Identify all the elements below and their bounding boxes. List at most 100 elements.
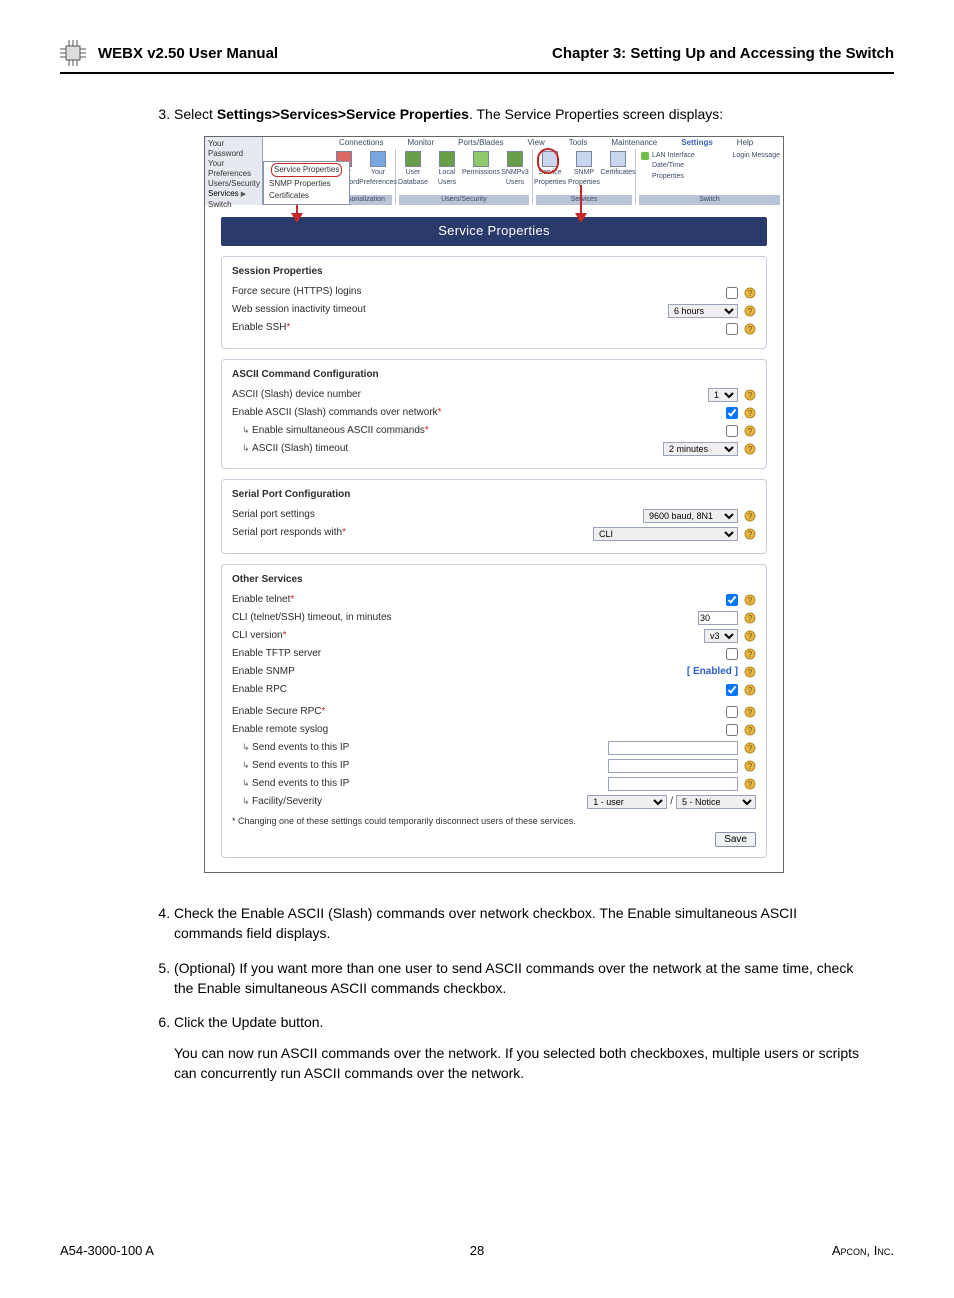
chapter-title: Chapter 3: Setting Up and Accessing the … bbox=[552, 45, 894, 62]
enable-tftp-label: Enable TFTP server bbox=[232, 647, 726, 662]
help-icon[interactable]: ? bbox=[744, 760, 756, 772]
help-icon[interactable]: ? bbox=[744, 706, 756, 718]
menu-help[interactable]: Help bbox=[725, 137, 765, 149]
send-ip-3-label: Send events to this IP bbox=[232, 777, 608, 792]
help-icon[interactable]: ? bbox=[744, 510, 756, 522]
submenu-service-properties[interactable]: Service Properties bbox=[264, 163, 349, 178]
toolbar-local-users[interactable]: Local Users bbox=[433, 151, 461, 195]
help-icon[interactable]: ? bbox=[744, 389, 756, 401]
send-ip-2-input[interactable] bbox=[608, 759, 738, 773]
top-menu: Connections Monitor Ports/Blades View To… bbox=[327, 137, 783, 149]
menu-tools[interactable]: Tools bbox=[557, 137, 600, 149]
help-icon[interactable]: ? bbox=[744, 323, 756, 335]
ascii-enable-network-checkbox[interactable] bbox=[726, 407, 738, 419]
ascii-device-select[interactable]: 1 bbox=[708, 388, 738, 402]
submenu-snmp-properties[interactable]: SNMP Properties bbox=[264, 178, 349, 191]
nav-your-preferences[interactable]: Your Preferences bbox=[207, 159, 260, 179]
enable-ssh-label: Enable SSH* bbox=[232, 321, 726, 336]
svg-text:?: ? bbox=[748, 427, 753, 436]
toolbar-switch: LAN Interface Login Message Date/Time Pr… bbox=[636, 149, 783, 205]
menu-connections[interactable]: Connections bbox=[327, 137, 395, 149]
web-timeout-label: Web session inactivity timeout bbox=[232, 303, 668, 318]
nav-services[interactable]: Services bbox=[207, 189, 260, 200]
snmp-enabled-link[interactable]: [ Enabled ] bbox=[687, 665, 738, 680]
toolbar-your-preferences[interactable]: Your Preferences bbox=[364, 151, 392, 195]
svg-text:?: ? bbox=[748, 512, 753, 521]
submenu-certificates[interactable]: Certificates bbox=[264, 190, 349, 203]
service-properties-screenshot: Your Password Your Preferences Users/Sec… bbox=[204, 136, 784, 873]
help-icon[interactable]: ? bbox=[744, 528, 756, 540]
menu-settings[interactable]: Settings bbox=[669, 137, 725, 149]
toolbar-login-message[interactable]: Login Message bbox=[733, 151, 780, 161]
help-icon[interactable]: ? bbox=[744, 612, 756, 624]
facility-select[interactable]: 1 - user bbox=[587, 795, 667, 809]
step-4: Check the Enable ASCII (Slash) commands … bbox=[174, 903, 864, 944]
menu-maintenance[interactable]: Maintenance bbox=[599, 137, 669, 149]
help-icon[interactable]: ? bbox=[744, 778, 756, 790]
serial-responds-select[interactable]: CLI bbox=[593, 527, 738, 541]
ascii-timeout-select[interactable]: 2 minutes bbox=[663, 442, 738, 456]
enable-ssh-checkbox[interactable] bbox=[726, 323, 738, 335]
toolbar-snmpv3-users[interactable]: SNMPv3 Users bbox=[501, 151, 529, 195]
toolbar-permissions[interactable]: Permissions bbox=[467, 151, 495, 195]
enable-tftp-checkbox[interactable] bbox=[726, 648, 738, 660]
svg-text:?: ? bbox=[748, 686, 753, 695]
toolbar-date-time[interactable]: Date/Time bbox=[652, 161, 684, 171]
ascii-simultaneous-checkbox[interactable] bbox=[726, 425, 738, 437]
services-submenu: Service Properties SNMP Properties Certi… bbox=[263, 161, 350, 205]
svg-text:?: ? bbox=[748, 780, 753, 789]
toolbar-user-database[interactable]: User Database bbox=[399, 151, 427, 195]
toolbar-lan-interface[interactable]: LAN Interface bbox=[652, 151, 695, 161]
menu-ports-blades[interactable]: Ports/Blades bbox=[446, 137, 515, 149]
nav-switch[interactable]: Switch bbox=[207, 200, 260, 210]
enable-snmp-label: Enable SNMP bbox=[232, 665, 687, 680]
toolbar-certificates[interactable]: Certificates bbox=[604, 151, 632, 195]
cli-timeout-label: CLI (telnet/SSH) timeout, in minutes bbox=[232, 611, 698, 626]
toolbar-snmp-properties[interactable]: SNMP Properties bbox=[570, 151, 598, 195]
send-ip-3-input[interactable] bbox=[608, 777, 738, 791]
nav-users-security[interactable]: Users/Security bbox=[207, 179, 260, 189]
step-6-after: You can now run ASCII commands over the … bbox=[174, 1043, 864, 1084]
cli-version-label: CLI version* bbox=[232, 629, 704, 644]
session-properties-section: Session Properties Force secure (HTTPS) … bbox=[221, 256, 767, 349]
content: Select Settings>Services>Service Propert… bbox=[150, 104, 864, 1083]
help-icon[interactable]: ? bbox=[744, 305, 756, 317]
save-button[interactable]: Save bbox=[715, 832, 756, 847]
page-header: WEBX v2.50 User Manual Chapter 3: Settin… bbox=[60, 40, 894, 74]
enable-telnet-checkbox[interactable] bbox=[726, 594, 738, 606]
cli-version-select[interactable]: v3 bbox=[704, 629, 738, 643]
svg-text:?: ? bbox=[748, 445, 753, 454]
serial-section: Serial Port Configuration Serial port se… bbox=[221, 479, 767, 554]
help-icon[interactable]: ? bbox=[744, 425, 756, 437]
help-icon[interactable]: ? bbox=[744, 594, 756, 606]
menu-view[interactable]: View bbox=[516, 137, 557, 149]
svg-text:?: ? bbox=[748, 614, 753, 623]
enable-secure-rpc-checkbox[interactable] bbox=[726, 706, 738, 718]
enable-rpc-checkbox[interactable] bbox=[726, 684, 738, 696]
help-icon[interactable]: ? bbox=[744, 407, 756, 419]
toolbar: Your Password Your Preferences Personali… bbox=[327, 149, 783, 205]
help-icon[interactable]: ? bbox=[744, 666, 756, 678]
serial-settings-select[interactable]: 9600 baud, 8N1 bbox=[643, 509, 738, 523]
menu-monitor[interactable]: Monitor bbox=[395, 137, 446, 149]
help-icon[interactable]: ? bbox=[744, 742, 756, 754]
help-icon[interactable]: ? bbox=[744, 287, 756, 299]
cli-timeout-input[interactable] bbox=[698, 611, 738, 625]
send-ip-1-input[interactable] bbox=[608, 741, 738, 755]
web-timeout-select[interactable]: 6 hours bbox=[668, 304, 738, 318]
footnote: * Changing one of these settings could t… bbox=[232, 815, 756, 828]
toolbar-service-properties[interactable]: Service Properties bbox=[536, 151, 564, 195]
help-icon[interactable]: ? bbox=[744, 684, 756, 696]
svg-text:?: ? bbox=[748, 530, 753, 539]
session-heading: Session Properties bbox=[232, 265, 756, 280]
enable-syslog-checkbox[interactable] bbox=[726, 724, 738, 736]
help-icon[interactable]: ? bbox=[744, 724, 756, 736]
force-https-checkbox[interactable] bbox=[726, 287, 738, 299]
help-icon[interactable]: ? bbox=[744, 648, 756, 660]
toolbar-properties[interactable]: Properties bbox=[652, 172, 684, 182]
ascii-timeout-label: ASCII (Slash) timeout bbox=[232, 442, 663, 457]
help-icon[interactable]: ? bbox=[744, 630, 756, 642]
severity-select[interactable]: 5 - Notice bbox=[676, 795, 756, 809]
nav-your-password[interactable]: Your Password bbox=[207, 139, 260, 159]
help-icon[interactable]: ? bbox=[744, 443, 756, 455]
